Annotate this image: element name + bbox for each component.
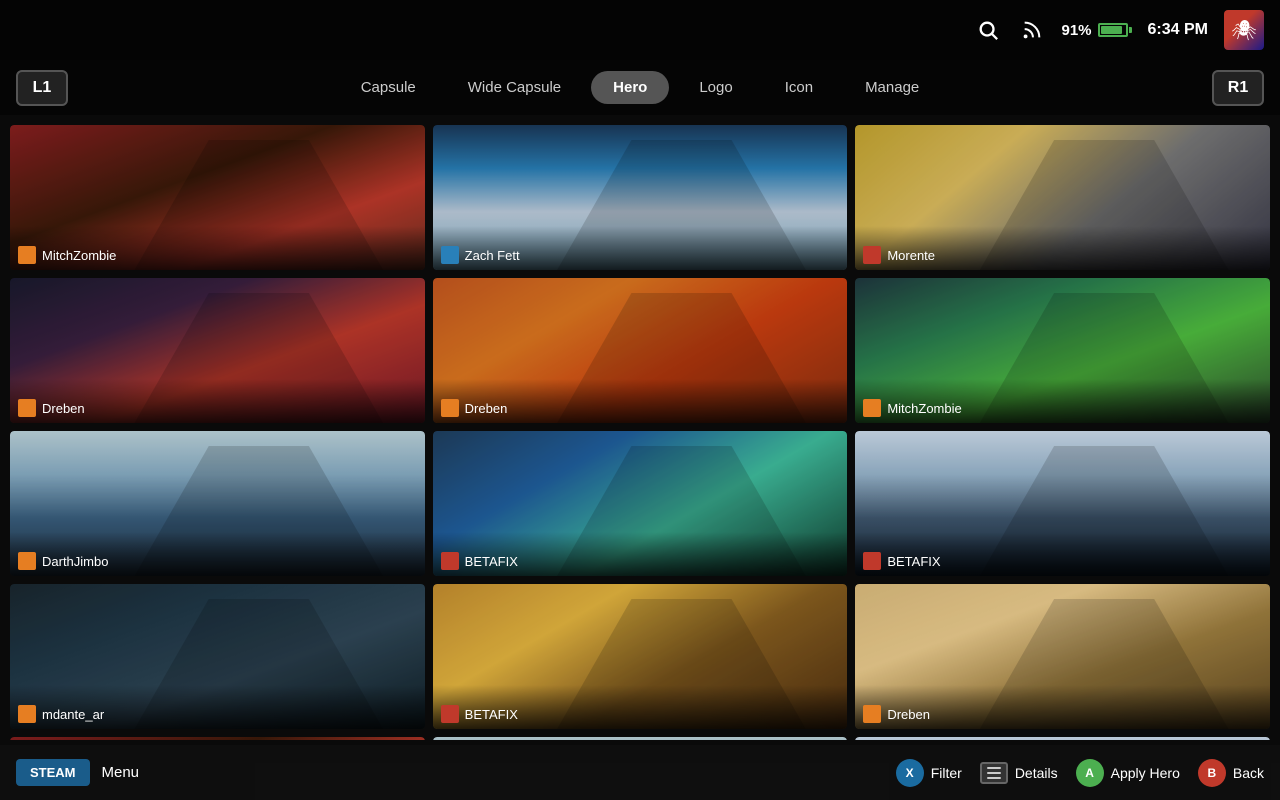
avatar[interactable]: 🕷 [1224,10,1264,50]
item-label-2: Zach Fett [433,226,848,270]
grid-item-15[interactable] [855,737,1270,740]
r1-button[interactable]: R1 [1212,70,1264,106]
item-author-6: MitchZombie [887,401,961,416]
menu-label: Menu [102,764,140,781]
item-avatar-9 [863,552,881,570]
tab-manage[interactable]: Manage [843,71,941,104]
item-avatar-1 [18,246,36,264]
b-button: B [1198,759,1226,787]
item-label-10: mdante_ar [10,685,425,729]
clock: 6:34 PM [1148,21,1208,39]
item-avatar-7 [18,552,36,570]
x-button: X [896,759,924,787]
item-author-8: BETAFIX [465,554,518,569]
item-avatar-10 [18,705,36,723]
tab-capsule[interactable]: Capsule [339,71,438,104]
item-label-11: BETAFIX [433,685,848,729]
top-bar: 91% 6:34 PM 🕷 [0,0,1280,60]
grid-item-2[interactable]: Zach Fett [433,125,848,270]
item-label-4: Dreben [10,379,425,423]
item-avatar-8 [441,552,459,570]
grid-item-11[interactable]: BETAFIX [433,584,848,729]
item-author-11: BETAFIX [465,707,518,722]
item-author-2: Zach Fett [465,248,520,263]
item-avatar-6 [863,399,881,417]
rss-icon [1018,16,1046,44]
menu-button [980,762,1008,784]
grid-item-5[interactable]: Dreben [433,278,848,423]
battery-icon [1098,23,1132,37]
item-label-7: DarthJimbo [10,532,425,576]
details-label: Details [1015,765,1058,781]
tab-hero[interactable]: Hero [591,71,669,104]
nav-bar: L1 Capsule Wide Capsule Hero Logo Icon M… [0,60,1280,115]
tab-wide-capsule[interactable]: Wide Capsule [446,71,583,104]
item-avatar-3 [863,246,881,264]
item-author-12: Dreben [887,707,930,722]
item-author-7: DarthJimbo [42,554,108,569]
grid-item-8[interactable]: BETAFIX [433,431,848,576]
item-avatar-2 [441,246,459,264]
item-author-3: Morente [887,248,935,263]
back-label: Back [1233,765,1264,781]
item-author-4: Dreben [42,401,85,416]
item-author-5: Dreben [465,401,508,416]
grid-item-6[interactable]: MitchZombie [855,278,1270,423]
grid-item-1[interactable]: MitchZombie [10,125,425,270]
grid-item-7[interactable]: DarthJimbo [10,431,425,576]
item-label-1: MitchZombie [10,226,425,270]
item-avatar-4 [18,399,36,417]
grid-item-14[interactable] [433,737,848,740]
tab-icon[interactable]: Icon [763,71,835,104]
art-grid: MitchZombie Zach Fett Morente [0,115,1280,740]
battery-percentage: 91% [1062,22,1092,39]
bottom-bar: STEAM Menu X Filter Details A Apply Hero… [0,745,1280,800]
item-label-12: Dreben [855,685,1270,729]
item-avatar-5 [441,399,459,417]
grid-item-9[interactable]: BETAFIX [855,431,1270,576]
grid-item-13[interactable] [10,737,425,740]
item-label-5: Dreben [433,379,848,423]
battery-indicator: 91% [1062,22,1132,39]
back-action[interactable]: B Back [1198,759,1264,787]
item-avatar-12 [863,705,881,723]
apply-hero-label: Apply Hero [1111,765,1180,781]
filter-action[interactable]: X Filter [896,759,962,787]
item-label-6: MitchZombie [855,379,1270,423]
item-avatar-11 [441,705,459,723]
steam-button[interactable]: STEAM [16,759,90,786]
item-label-8: BETAFIX [433,532,848,576]
tab-logo[interactable]: Logo [677,71,754,104]
a-button: A [1076,759,1104,787]
item-author-1: MitchZombie [42,248,116,263]
grid-item-4[interactable]: Dreben [10,278,425,423]
l1-button[interactable]: L1 [16,70,68,106]
item-label-9: BETAFIX [855,532,1270,576]
grid-item-10[interactable]: mdante_ar [10,584,425,729]
details-action[interactable]: Details [980,762,1058,784]
item-label-3: Morente [855,226,1270,270]
item-author-10: mdante_ar [42,707,104,722]
grid-container: MitchZombie Zach Fett Morente [10,125,1270,740]
grid-item-12[interactable]: Dreben [855,584,1270,729]
search-icon[interactable] [974,16,1002,44]
item-author-9: BETAFIX [887,554,940,569]
grid-item-3[interactable]: Morente [855,125,1270,270]
filter-label: Filter [931,765,962,781]
apply-hero-action[interactable]: A Apply Hero [1076,759,1180,787]
